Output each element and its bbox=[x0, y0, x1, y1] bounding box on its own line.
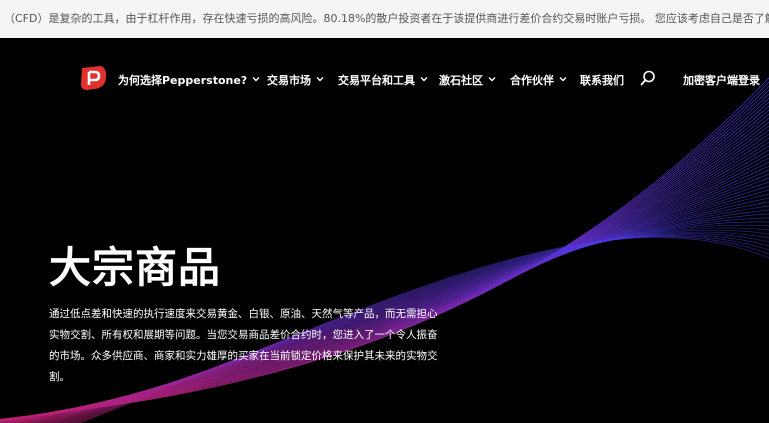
nav-item-contact-us[interactable]: 联系我们 bbox=[580, 72, 624, 88]
nav-item-partners[interactable]: 合作伙伴 bbox=[510, 72, 567, 88]
chevron-down-icon bbox=[488, 77, 496, 82]
crypto-client-login-link[interactable]: 加密客户端登录 bbox=[683, 72, 760, 88]
pepperstone-logo[interactable] bbox=[78, 64, 108, 94]
chevron-down-icon bbox=[252, 77, 260, 82]
nav-item-label: 交易平台和工具 bbox=[338, 74, 415, 87]
hero-section: 为何选择Pepperstone? 交易市场 交易平台和工具 激石社区 合作伙伴 … bbox=[0, 38, 769, 423]
nav-item-markets[interactable]: 交易市场 bbox=[267, 72, 324, 88]
main-nav: 为何选择Pepperstone? 交易市场 交易平台和工具 激石社区 合作伙伴 … bbox=[0, 60, 769, 100]
nav-item-label: 联系我们 bbox=[580, 74, 624, 87]
chevron-down-icon bbox=[316, 77, 324, 82]
chevron-down-icon bbox=[559, 77, 567, 82]
nav-item-why-pepperstone[interactable]: 为何选择Pepperstone? bbox=[118, 72, 260, 88]
nav-item-community[interactable]: 激石社区 bbox=[439, 72, 496, 88]
nav-item-platforms-tools[interactable]: 交易平台和工具 bbox=[338, 72, 428, 88]
nav-item-label: 激石社区 bbox=[439, 74, 483, 87]
page-title: 大宗商品 bbox=[49, 243, 222, 292]
hero-description: 通过低点差和快速的执行速度来交易黄金、白银、原油、天然气等产品，而无需担心实物交… bbox=[49, 308, 438, 383]
nav-item-label: 合作伙伴 bbox=[510, 74, 554, 87]
chevron-down-icon bbox=[420, 77, 428, 82]
risk-warning-text: （CFD）是复杂的工具，由于杠杆作用，存在快速亏损的高风险。80.18%的散户投… bbox=[4, 12, 769, 25]
login-label: 加密客户端登录 bbox=[683, 74, 760, 87]
nav-item-label: 为何选择Pepperstone? bbox=[118, 74, 248, 87]
search-icon[interactable] bbox=[640, 70, 656, 86]
nav-item-label: 交易市场 bbox=[267, 74, 311, 87]
risk-warning-bar: （CFD）是复杂的工具，由于杠杆作用，存在快速亏损的高风险。80.18%的散户投… bbox=[0, 0, 769, 38]
